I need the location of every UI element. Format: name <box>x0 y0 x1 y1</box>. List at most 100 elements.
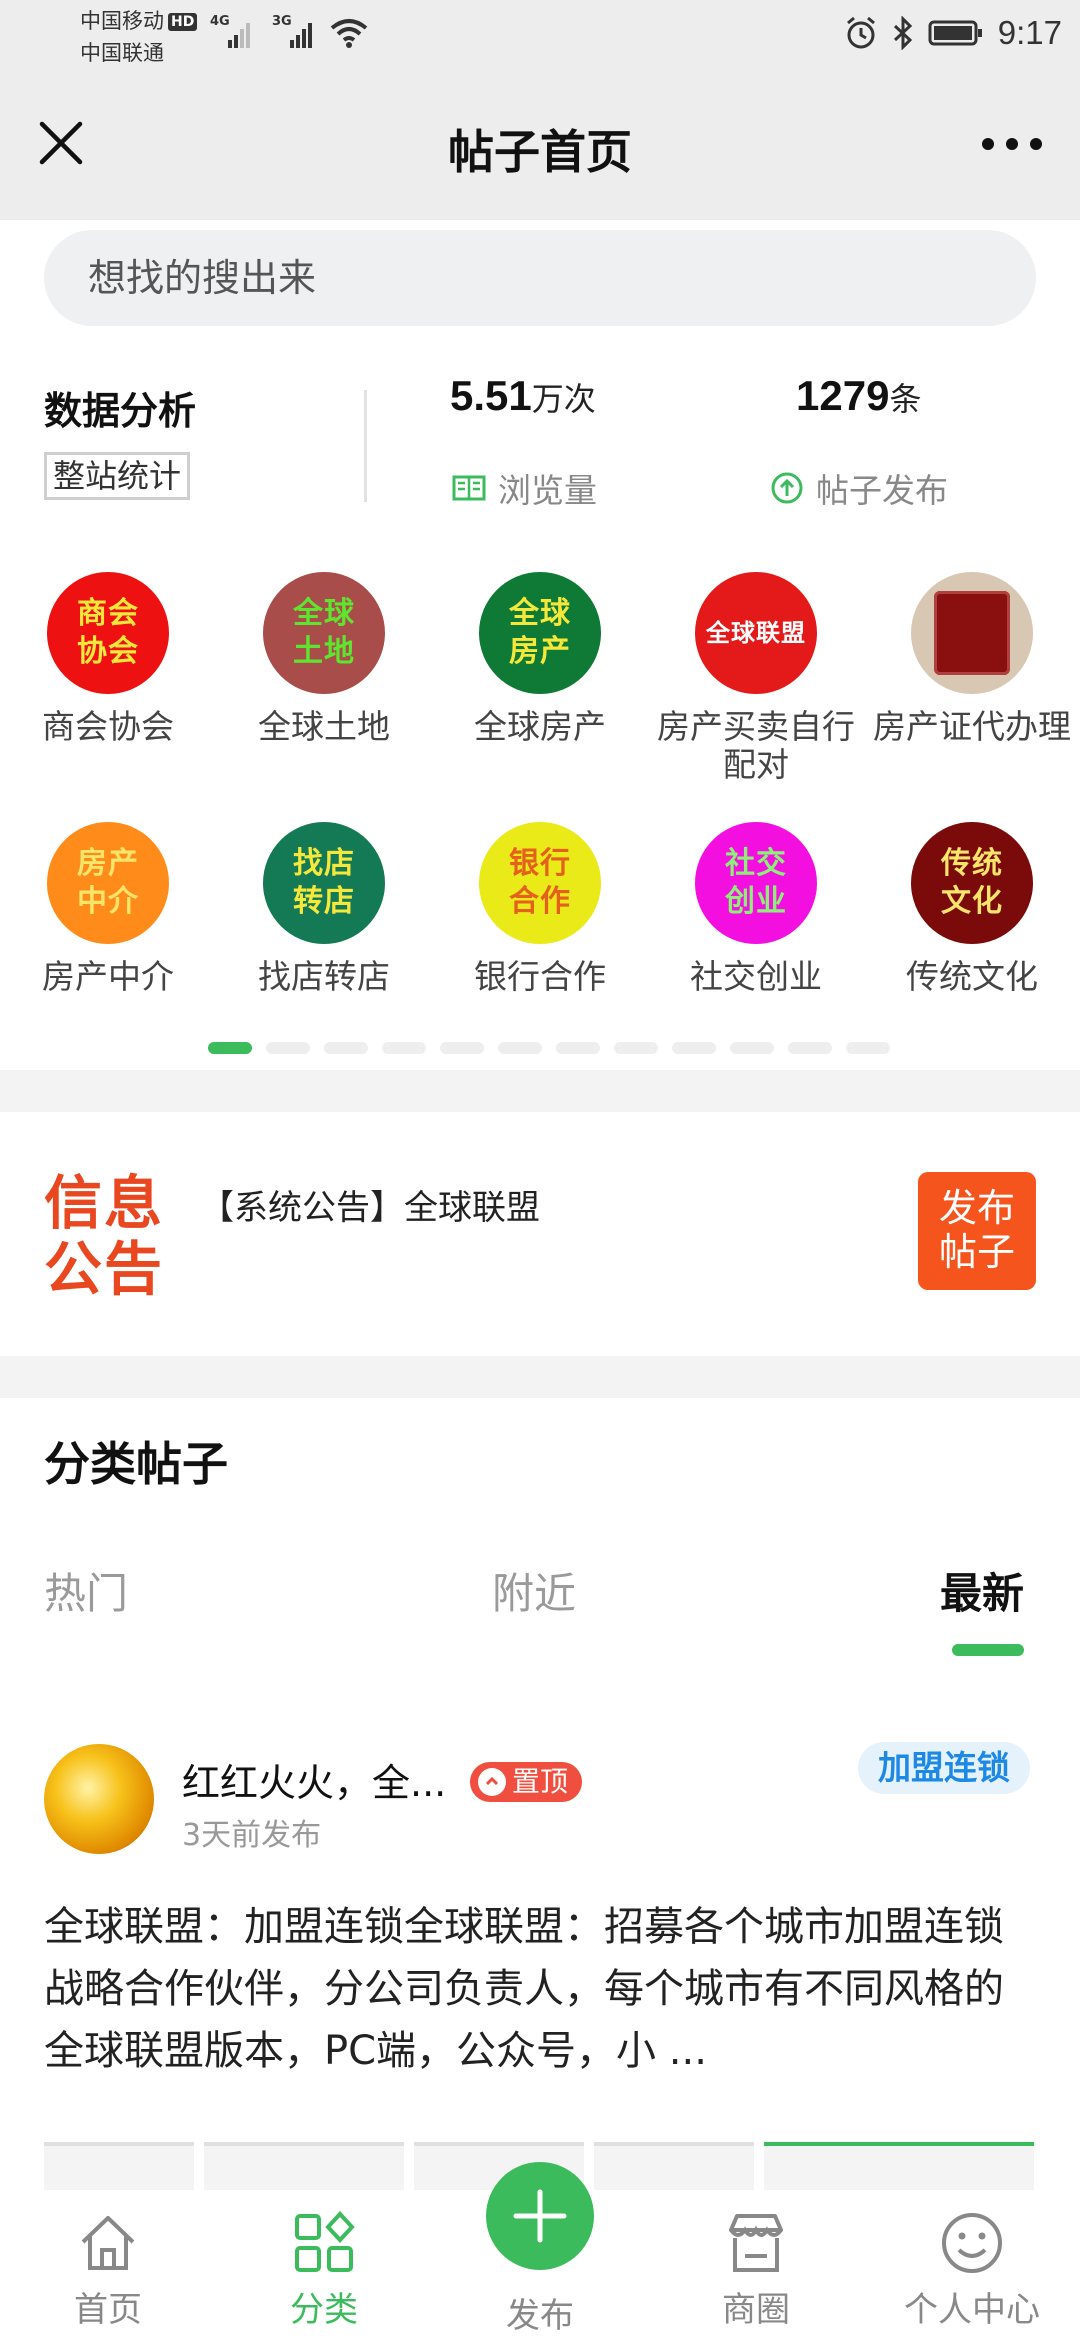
category-icon: 银行 合作 <box>479 822 601 944</box>
grid-icon <box>295 2211 355 2272</box>
alarm-icon <box>846 16 875 49</box>
tabbar-publish-label: 发布 <box>506 2296 574 2336</box>
post-time: 3天前发布 <box>182 1818 322 1853</box>
publish-button[interactable] <box>486 2162 594 2270</box>
status-bar: 中国移动 HD 中国联通 4G 3G 9:17 <box>0 0 1080 72</box>
search-bar[interactable] <box>44 230 1036 326</box>
smiley-icon <box>942 2213 1002 2273</box>
category-icon: 传统 文化 <box>911 822 1033 944</box>
category-icon-text: 房产 <box>509 634 571 669</box>
category-item[interactable]: 银行 合作 银行合作 <box>432 822 648 996</box>
publish-post-button[interactable]: 发布 帖子 <box>918 1172 1036 1290</box>
pagination-dot[interactable] <box>382 1042 426 1054</box>
tab-nearby[interactable]: 附近 <box>492 1560 576 1621</box>
category-item[interactable]: 房产证代办理 <box>864 572 1080 746</box>
views-stat: 5.51万次 <box>450 372 596 420</box>
post-image[interactable] <box>44 2142 194 2192</box>
post-author[interactable]: 红红火火，全... <box>182 1752 446 1807</box>
views-unit: 万次 <box>531 380 596 418</box>
category-label: 全球房产 <box>474 707 606 746</box>
tabbar-business-label: 商圈 <box>722 2290 790 2330</box>
publish-post-line1: 发布 <box>938 1186 1015 1230</box>
nav-bar: 帖子首页 <box>0 72 1080 220</box>
tabbar-business-circle[interactable]: 商圈 <box>676 2208 836 2331</box>
pagination-dot[interactable] <box>788 1042 832 1054</box>
category-label: 银行合作 <box>474 957 606 996</box>
hd-badge: HD <box>168 13 198 31</box>
upload-icon <box>771 472 803 504</box>
post-image[interactable] <box>764 2142 1034 2192</box>
pagination-dot[interactable] <box>498 1042 542 1054</box>
category-icon-text: 找店 <box>293 846 355 881</box>
pagination-dot[interactable] <box>266 1042 310 1054</box>
category-icon-text: 全球 <box>293 596 355 631</box>
clock: 9:17 <box>997 14 1062 51</box>
category-item[interactable]: 商会 协会 商会协会 <box>0 572 216 746</box>
status-icons: 9:17 <box>844 14 1062 52</box>
pagination-dot[interactable] <box>440 1042 484 1054</box>
category-item[interactable]: 社交 创业 社交创业 <box>648 822 864 996</box>
section-title: 分类帖子 <box>44 1437 228 1491</box>
pagination-dot[interactable] <box>556 1042 600 1054</box>
avatar[interactable] <box>44 1744 154 1854</box>
category-item[interactable]: 全球 房产 全球房产 <box>432 572 648 746</box>
category-pagination <box>208 1042 890 1054</box>
tabbar-profile[interactable]: 个人中心 <box>892 2208 1052 2331</box>
notice-logo: 信息 公告 <box>44 1170 164 1302</box>
posts-unit: 条 <box>889 380 922 418</box>
category-icon-text: 土地 <box>293 634 355 669</box>
category-label: 传统文化 <box>906 957 1038 996</box>
category-icon: 社交 创业 <box>695 822 817 944</box>
more-icon[interactable] <box>980 132 1044 156</box>
active-tab-indicator <box>952 1644 1024 1656</box>
category-icon-text: 转店 <box>293 884 355 919</box>
notice-logo-line1: 信息 <box>44 1169 165 1237</box>
category-icon <box>911 572 1033 694</box>
tabbar-category[interactable]: 分类 <box>244 2208 404 2331</box>
category-item[interactable]: 找店 转店 找店转店 <box>216 822 432 996</box>
category-label: 房产证代办理 <box>873 707 1071 746</box>
tab-latest[interactable]: 最新 <box>940 1560 1024 1621</box>
category-item[interactable]: 全球 土地 全球土地 <box>216 572 432 746</box>
tab-hot[interactable]: 热门 <box>44 1560 128 1621</box>
category-icon-text: 商会 <box>77 596 139 631</box>
views-label: 浏览量 <box>498 471 597 510</box>
network-type-3g: 3G <box>272 14 292 29</box>
category-label: 房产买卖自行 配对 <box>657 707 855 784</box>
category-label: 找店转店 <box>258 957 390 996</box>
category-icon: 找店 转店 <box>263 822 385 944</box>
pagination-dot[interactable] <box>730 1042 774 1054</box>
category-icon-text: 房产 <box>77 846 139 881</box>
category-icon: 房产 中介 <box>47 822 169 944</box>
posts-label: 帖子发布 <box>816 471 948 510</box>
certificate-icon <box>934 591 1010 675</box>
category-item[interactable]: 全球联盟房产买卖自行 配对 <box>648 572 864 784</box>
posts-value: 1279 <box>796 372 890 419</box>
post-image[interactable] <box>594 2142 754 2192</box>
category-item[interactable]: 房产 中介 房产中介 <box>0 822 216 996</box>
tabbar-home[interactable]: 首页 <box>28 2208 188 2331</box>
section-separator <box>0 1070 1080 1112</box>
category-label: 房产中介 <box>42 957 174 996</box>
pagination-dot[interactable] <box>208 1042 252 1054</box>
category-icon-text: 传统 <box>941 846 1003 881</box>
pagination-dot[interactable] <box>672 1042 716 1054</box>
notice-text[interactable]: 【系统公告】全球联盟 <box>200 1180 540 1229</box>
views-value: 5.51 <box>450 372 532 419</box>
category-item[interactable]: 传统 文化 传统文化 <box>864 822 1080 996</box>
wifi-icon <box>330 19 368 48</box>
pagination-dot[interactable] <box>614 1042 658 1054</box>
category-icon: 全球 房产 <box>479 572 601 694</box>
category-label: 商会协会 <box>42 707 174 746</box>
pinned-badge: 置顶 <box>470 1762 583 1802</box>
post-body[interactable]: 全球联盟：加盟连锁全球联盟：招募各个城市加盟连锁战略合作伙伴，分公司负责人，每个… <box>44 1896 1042 2082</box>
home-icon <box>81 2216 135 2270</box>
stats-divider <box>364 390 367 502</box>
post-category-tag[interactable]: 加盟连锁 <box>858 1742 1030 1794</box>
pin-icon <box>478 1768 506 1796</box>
post-image[interactable] <box>204 2142 404 2192</box>
pagination-dot[interactable] <box>324 1042 368 1054</box>
search-input[interactable] <box>88 250 968 306</box>
pagination-dot[interactable] <box>846 1042 890 1054</box>
category-icon: 全球联盟 <box>695 572 817 694</box>
